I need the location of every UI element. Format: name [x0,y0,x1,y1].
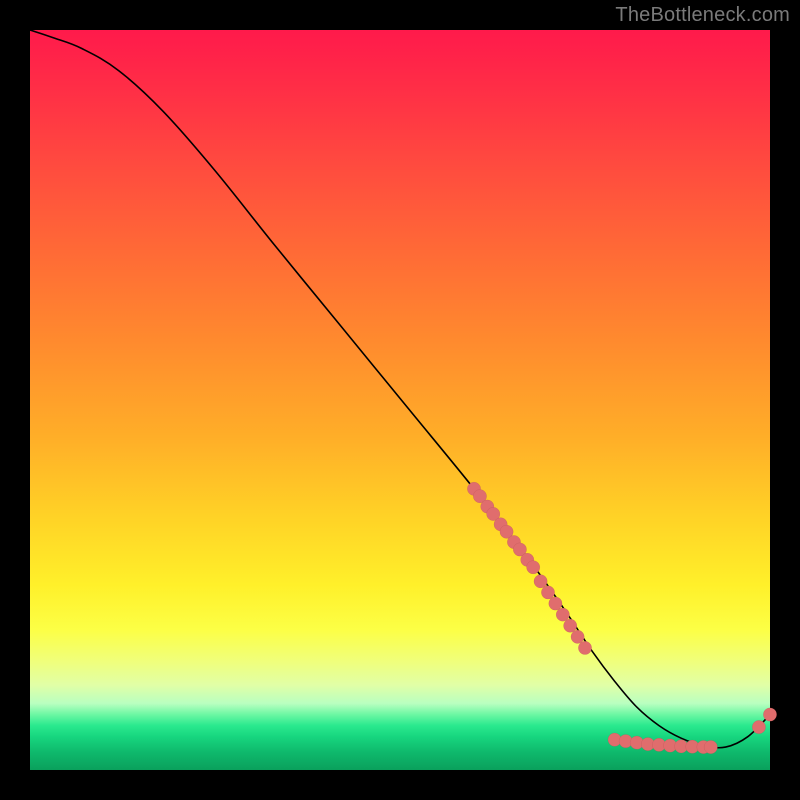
data-marker [752,720,765,733]
bottleneck-curve-path [30,30,770,748]
data-marker [556,608,569,621]
chart-svg [30,30,770,770]
data-marker [704,740,717,753]
data-marker [578,641,591,654]
data-marker [571,630,584,643]
data-marker [763,708,776,721]
marker-layer [467,482,776,754]
line-layer [30,30,770,748]
data-marker [527,561,540,574]
plot-area [30,30,770,770]
data-marker [541,586,554,599]
watermark-text: TheBottleneck.com [615,4,790,27]
chart-stage: TheBottleneck.com [0,0,800,800]
data-marker [534,575,547,588]
data-marker [549,597,562,610]
data-marker [564,619,577,632]
